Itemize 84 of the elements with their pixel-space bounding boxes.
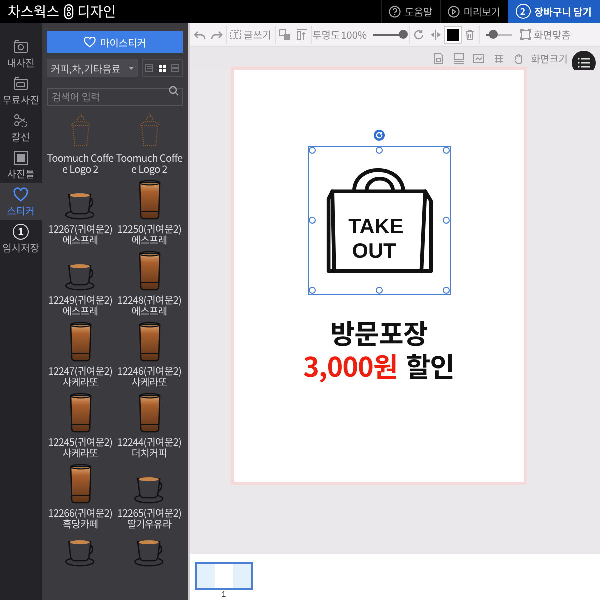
sticker-item[interactable]: 12247(귀여운2)샤케라또 [47,321,114,387]
page-icon [433,52,446,64]
sidebar-tab[interactable]: 칼선 [0,109,42,146]
layout-icon [171,64,180,72]
layout-icon [145,64,154,72]
hand-icon [513,52,526,64]
iced-drink-glass-icon [68,392,94,434]
camera-icon [13,39,29,55]
sticker-item[interactable]: 12250(귀여운2)에스프레 [116,179,183,245]
trash-icon [464,28,476,40]
sticker-item[interactable]: 12248(귀여운2)에스프레 [116,250,183,316]
image-frame-icon [473,52,486,64]
text-frame-icon [453,52,466,64]
sticker-item[interactable]: 12249(귀여운2)에스프레 [47,250,114,316]
redo-icon [211,28,223,40]
discount-text: 할인 [406,349,455,383]
resize-handle[interactable] [308,287,316,294]
sticker-item[interactable]: 12267(귀여운2)에스프레 [47,179,114,245]
resize-handle[interactable] [442,287,450,294]
fit-screen-icon [520,28,532,40]
headline-text: 방문포장 [330,317,428,349]
bag-text: OUT [352,239,396,262]
sidebar-tab[interactable]: 1 임시저장 [0,220,42,257]
sticker-item[interactable]: Toomuch Coffee Logo 2 [47,108,114,174]
frame-icon [13,150,29,166]
sticker-item[interactable]: 12246(귀여운2)샤케라또 [116,321,183,387]
sidebar-tab[interactable]: 내사진 [0,35,42,72]
sticker-item[interactable]: 12266(귀여운2)흑당카페 [47,463,114,529]
opacity-value: 100% [341,27,368,42]
caret-icon [129,66,134,70]
sidebar-tab[interactable]: 스티커 [0,183,42,220]
sticker-item[interactable]: Toomuch Coffee Logo 2 [116,108,183,174]
resize-handle[interactable] [376,287,382,294]
page-number: 1 [222,590,226,599]
category-dropdown[interactable]: 커피,차,기타음료 [47,59,138,77]
screen-size-label: 화면크기 [531,51,568,66]
heart-icon [13,187,29,203]
opacity-label: 투명도 [312,27,340,42]
iced-drink-glass-icon [136,321,162,363]
color-swatch[interactable] [445,26,462,42]
iced-drink-glass-icon [68,463,94,505]
sticker-item[interactable]: 12244(귀여운2)더치커피 [116,392,183,458]
slider-handle[interactable] [489,30,498,38]
menu-icon [578,58,590,68]
rotate-handle[interactable] [374,130,385,141]
rotate-icon [376,132,383,139]
resize-handle[interactable] [308,217,316,224]
sticker-item[interactable]: 12245(귀여운2)샤케라또 [47,392,114,458]
scissors-icon [13,113,29,129]
iced-drink-glass-icon [68,321,94,363]
align-top-icon [296,28,308,40]
rotate-icon [413,28,426,40]
search-field[interactable]: 검색어 입력 [47,88,183,106]
price-text: 3,000원 [303,349,398,383]
my-sticker-button[interactable]: 마이스티커 [47,31,183,53]
text-box-icon [230,28,242,40]
camera-icon [13,76,29,92]
layers-button[interactable] [276,26,293,42]
resize-handle[interactable] [442,147,450,154]
sidebar-tab[interactable]: 무료사진 [0,72,42,109]
grid-lines-icon [493,52,506,64]
bag-text: TAKE [348,214,404,238]
undo-icon [194,28,206,40]
layers-icon [278,28,291,40]
resize-handle[interactable] [376,147,382,154]
app-title: 디자인 [78,4,116,20]
page-thumbnail[interactable] [195,562,253,590]
search-icon [169,86,179,96]
sidebar-tab[interactable]: 사진틀 [0,146,42,183]
play-icon [448,6,460,18]
resize-handle[interactable] [308,147,316,154]
flip-icon [430,28,442,40]
logo-icon [64,4,74,20]
heart-icon [84,36,96,48]
cart-button[interactable]: 2 장바구니 담기 [508,0,600,23]
iced-drink-glass-icon [136,250,162,292]
resize-handle[interactable] [442,217,450,224]
help-icon [389,6,402,18]
sticker-item[interactable]: 12265(귀여운2)딸기우유라 [116,463,183,529]
slider-handle[interactable] [398,30,408,38]
layout-icon [158,64,167,72]
iced-drink-glass-icon [136,392,162,434]
iced-drink-glass-icon [136,179,162,221]
logo-text: 차스웍스 [8,4,60,20]
